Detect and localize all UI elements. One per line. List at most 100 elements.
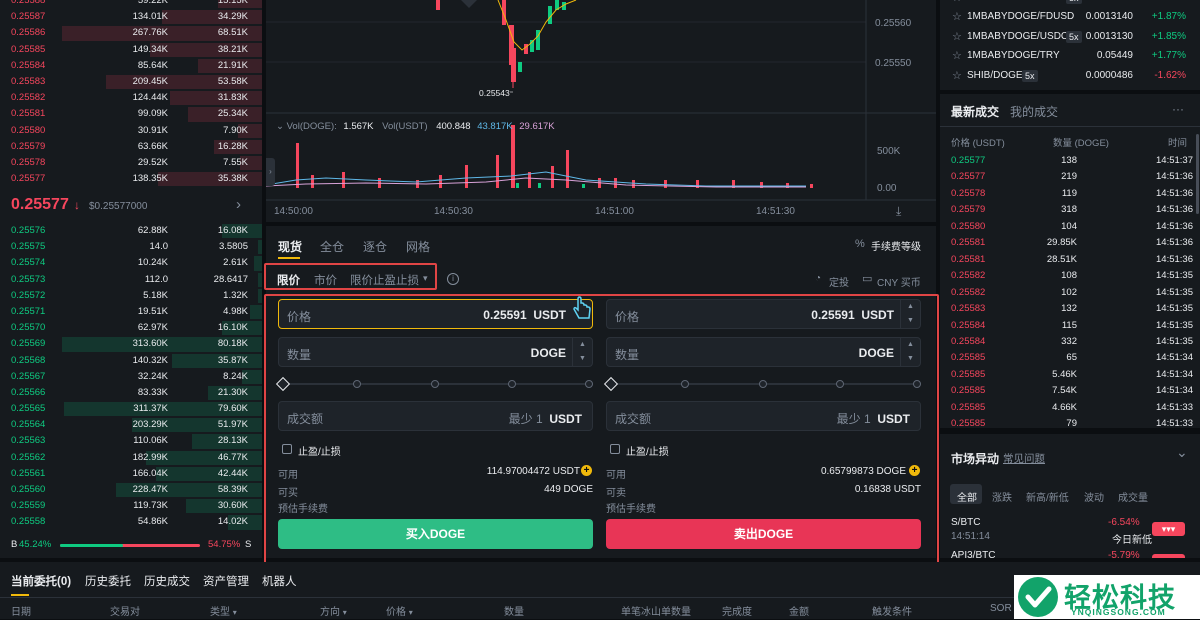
buy-total-input[interactable]: 成交额 最少 1 USDT (278, 401, 593, 431)
tab-recent-trades[interactable]: 最新成交 (951, 103, 999, 120)
ask-row[interactable]: 0.25586 267.76K 68.51K (0, 25, 262, 41)
ask-row[interactable]: 0.25587 134.01K 34.29K (0, 9, 262, 25)
ask-row[interactable]: 0.25579 63.66K 16.28K (0, 139, 262, 155)
info-icon[interactable]: i (447, 273, 459, 285)
ask-row[interactable]: 0.25577 138.35K 35.38K (0, 171, 262, 187)
mover-tab-all[interactable]: 全部 (957, 489, 977, 504)
movers-faq-link[interactable]: 常见问题 (1003, 451, 1045, 466)
pair-row[interactable]: ☆ 1MBABYDOGE/TRY 0.05449 +1.77% (940, 47, 1190, 65)
more-options-icon[interactable]: ··· (1172, 102, 1184, 116)
bid-row[interactable]: 0.25576 62.88K 16.08K (0, 223, 262, 239)
bid-row[interactable]: 0.25574 10.24K 2.61K (0, 255, 262, 271)
ask-row[interactable]: 0.25583 209.45K 53.58K (0, 74, 262, 90)
bid-row[interactable]: 0.25564 203.29K 51.97K (0, 417, 262, 433)
bid-row[interactable]: 0.25575 14.0 3.5805 (0, 239, 262, 255)
order-type-limit[interactable]: 限价 (277, 272, 300, 288)
buy-button[interactable]: 买入DOGE (278, 519, 593, 549)
column-header[interactable]: 价格 ▾ (386, 603, 413, 618)
sell-quantity-stepper[interactable]: ▲ ▼ (900, 338, 920, 366)
order-type-market[interactable]: 市价 (314, 272, 337, 288)
bid-row[interactable]: 0.25560 228.47K 58.39K (0, 482, 262, 498)
mover-pair[interactable]: API3/BTC (951, 550, 995, 558)
buy-quantity-input[interactable]: 数量 DOGE ▲ ▼ (278, 337, 593, 367)
sort-dropdown-icon[interactable]: ▾ (343, 608, 347, 617)
buy-quantity-stepper[interactable]: ▲ ▼ (572, 338, 592, 366)
chevron-right-icon[interactable]: › (236, 196, 241, 213)
tab-trade-history[interactable]: 历史成交 (144, 573, 190, 589)
mover-tab-volume[interactable]: 成交量 (1118, 489, 1148, 504)
collapse-icon[interactable]: ⌄ (276, 121, 284, 132)
collapse-side-handle[interactable]: › (266, 158, 275, 186)
last-price-row[interactable]: 0.25577 ↓ $0.25577000 › (0, 195, 262, 217)
sell-price-stepper[interactable]: ▲ ▼ (900, 300, 920, 328)
bid-row[interactable]: 0.25559 119.73K 30.60K (0, 498, 262, 514)
buy-slider-handle[interactable] (275, 376, 291, 392)
trades-scrollbar[interactable] (1196, 134, 1199, 214)
dropdown-icon[interactable]: ▾ (423, 273, 428, 284)
mover-tab-change[interactable]: 涨跌 (992, 489, 1012, 504)
sell-quantity-input[interactable]: 数量 DOGE ▲ ▼ (606, 337, 921, 367)
bid-row[interactable]: 0.25558 54.86K 14.02K (0, 514, 262, 530)
pair-row[interactable]: ☆ SHIB/DOGE 5x 0.0000486 -1.62% (940, 67, 1190, 85)
bid-row[interactable]: 0.25561 166.04K 42.44K (0, 466, 262, 482)
sell-total-input[interactable]: 成交额 最少 1 USDT (606, 401, 921, 431)
price-chart[interactable]: 0.25560 0.25550 0.25543 ⌄ Vol(DOGE): 1.5… (266, 0, 936, 222)
tab-assets[interactable]: 资产管理 (203, 573, 249, 589)
star-icon[interactable]: ☆ (952, 67, 962, 85)
sell-tpsl-checkbox[interactable] (610, 444, 620, 454)
tab-grid[interactable]: 网格 (406, 238, 430, 255)
column-header[interactable]: 方向 ▾ (320, 603, 347, 618)
ask-row[interactable]: 0.25584 85.64K 21.91K (0, 58, 262, 74)
tab-open-orders[interactable]: 当前委托(0) (11, 573, 71, 589)
buy-tpsl-checkbox[interactable] (282, 444, 292, 454)
buy-percent-slider[interactable] (275, 376, 593, 392)
bid-row[interactable]: 0.25565 311.37K 79.60K (0, 401, 262, 417)
ask-row[interactable]: 0.25585 149.34K 38.21K (0, 42, 262, 58)
bid-row[interactable]: 0.25572 5.18K 1.32K (0, 288, 262, 304)
tab-bots[interactable]: 机器人 (262, 573, 297, 589)
tab-my-trades[interactable]: 我的成交 (1010, 103, 1058, 120)
ask-row[interactable]: 0.25582 124.44K 31.83K (0, 90, 262, 106)
bid-row[interactable]: 0.25569 313.60K 80.18K (0, 336, 262, 352)
bid-row[interactable]: 0.25573 112.0 28.6417 (0, 272, 262, 288)
order-type-stop-limit[interactable]: 限价止盈止损 (350, 272, 419, 288)
collapse-chevron-icon[interactable]: ⌄ (1176, 444, 1188, 461)
fee-level-link[interactable]: 手续费等级 (871, 238, 921, 253)
buy-price-input[interactable]: 价格 0.25591 USDT (278, 299, 593, 329)
bid-row[interactable]: 0.25567 32.24K 8.24K (0, 369, 262, 385)
sort-dropdown-icon[interactable]: ▾ (409, 608, 413, 617)
sell-slider-handle[interactable] (603, 376, 619, 392)
bid-row[interactable]: 0.25562 182.99K 46.77K (0, 450, 262, 466)
sort-dropdown-icon[interactable]: ▾ (233, 608, 237, 617)
star-icon[interactable]: ☆ (952, 0, 962, 7)
ask-row[interactable]: 0.25578 29.52K 7.55K (0, 155, 262, 171)
scheduled-buy-link[interactable]: 定投 (829, 274, 849, 289)
buy-deposit-icon[interactable]: + (581, 465, 592, 476)
mover-tab-highlow[interactable]: 新高/新低 (1026, 489, 1069, 504)
bid-row[interactable]: 0.25570 62.97K 16.10K (0, 320, 262, 336)
pair-row[interactable]: ☆ 1MBABYDOGE/USDC 5x 0.0013130 +1.85% (940, 28, 1190, 46)
auto-scale-icon[interactable]: ⤓ (896, 204, 901, 219)
tab-cross[interactable]: 全仓 (320, 238, 344, 255)
mover-pair[interactable]: S/BTC (951, 517, 980, 528)
sell-button[interactable]: 卖出DOGE (606, 519, 921, 549)
sell-percent-slider[interactable] (603, 376, 921, 392)
star-icon[interactable]: ☆ (952, 47, 962, 65)
bid-row[interactable]: 0.25563 110.06K 28.13K (0, 433, 262, 449)
star-icon[interactable]: ☆ (952, 8, 962, 26)
tab-order-history[interactable]: 历史委托 (85, 573, 131, 589)
sell-deposit-icon[interactable]: + (909, 465, 920, 476)
bid-row[interactable]: 0.25566 83.33K 21.30K (0, 385, 262, 401)
tab-isolated[interactable]: 逐仓 (363, 238, 387, 255)
bid-row[interactable]: 0.25568 140.32K 35.87K (0, 353, 262, 369)
star-icon[interactable]: ☆ (952, 28, 962, 46)
tab-spot[interactable]: 现货 (278, 238, 302, 255)
pair-row[interactable]: ☆ 1MBABYDOGE/FDUSD 0.0013140 +1.87% (940, 8, 1190, 26)
pair-row[interactable]: ☆ 1MBABYDOGE/USDT5x 0.0013104 +1.72% (940, 0, 1190, 7)
mover-tab-volatility[interactable]: 波动 (1084, 489, 1104, 504)
ask-row[interactable]: 0.25581 99.09K 25.34K (0, 106, 262, 122)
sell-price-input[interactable]: 价格 0.25591 USDT ▲ ▼ (606, 299, 921, 329)
candlestick-chart[interactable] (266, 0, 936, 222)
bid-row[interactable]: 0.25571 19.51K 4.98K (0, 304, 262, 320)
ask-row[interactable]: 0.25588 59.22K 15.15K (0, 0, 262, 9)
